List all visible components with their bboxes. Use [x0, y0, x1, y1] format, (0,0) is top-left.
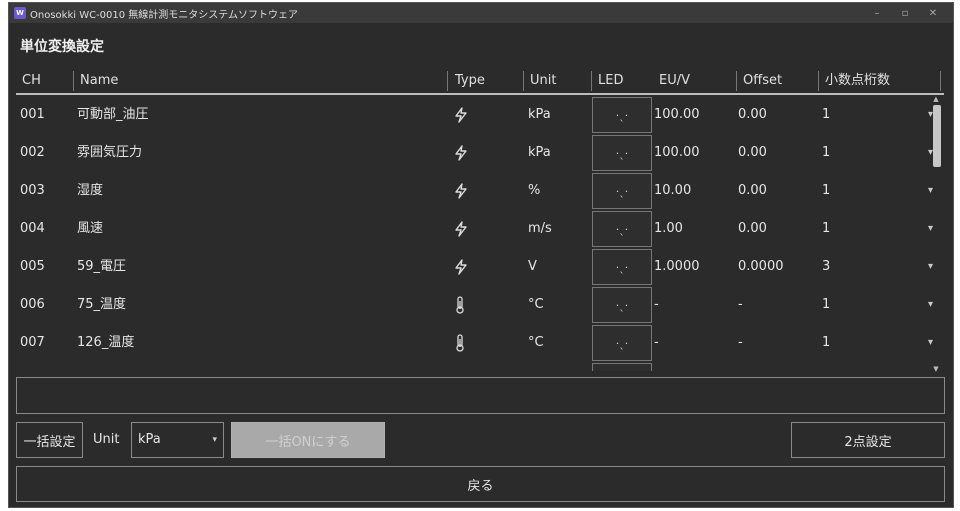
column-separator [447, 71, 448, 91]
cell-decimals[interactable]: 1 [822, 324, 830, 362]
cell-name[interactable]: 湿度 [77, 172, 103, 210]
message-area [16, 377, 945, 414]
scroll-down-icon[interactable]: ▼ [929, 365, 943, 373]
cell-offset[interactable]: 0.00 [738, 210, 767, 248]
thermometer-icon [454, 286, 466, 324]
maximize-button[interactable]: ▫ [891, 8, 919, 19]
lightning-icon [454, 248, 468, 286]
led-button[interactable]: ·ˎ· [592, 287, 652, 323]
cell-decimals[interactable]: 3 [822, 248, 830, 286]
cell-name[interactable]: 126_温度 [77, 324, 134, 362]
cell-unit: °C [528, 335, 544, 350]
window-title: Onosokki WC-0010 無線計測モニタシステムソフトウェア [30, 9, 299, 21]
table-scrollbar[interactable]: ▲ ▼ [929, 95, 943, 373]
cell-unit: kPa [528, 145, 551, 160]
cell-name[interactable]: 可動部_油圧 [77, 96, 149, 134]
scroll-thumb[interactable] [933, 105, 941, 167]
cell-decimals[interactable]: 1 [822, 96, 830, 134]
cell-decimals[interactable]: 1 [822, 210, 830, 248]
table-row[interactable]: 005 59_電圧 V ·ˎ· 1.0000 0.0000 3 ▾ [16, 248, 944, 286]
window-controls: – ▫ ✕ [863, 3, 947, 23]
table-row[interactable]: 002 雰囲気圧力 kPa ·ˎ· 100.00 0.00 1 ▾ [16, 134, 944, 172]
table-header: CH Name Type Unit LED EU/V Offset 小数点桁数 [16, 69, 944, 95]
two-point-setting-button[interactable]: 2点設定 [791, 422, 945, 458]
bulk-on-button[interactable]: 一括ONにする [231, 422, 385, 458]
led-button[interactable] [592, 363, 652, 371]
cell-ch: 001 [20, 107, 45, 122]
chevron-down-icon: ▾ [212, 435, 217, 445]
column-header-unit[interactable]: Unit [524, 69, 556, 93]
title-bar: W Onosokki WC-0010 無線計測モニタシステムソフトウェア – ▫… [9, 3, 953, 23]
column-separator [940, 71, 941, 91]
minimize-button[interactable]: – [863, 8, 891, 19]
lightning-icon [454, 210, 468, 248]
column-header-ch[interactable]: CH [16, 69, 41, 93]
cell-name[interactable]: 雰囲気圧力 [77, 134, 142, 172]
led-button[interactable]: ·ˎ· [592, 135, 652, 171]
cell-offset[interactable]: 0.00 [738, 172, 767, 210]
column-header-offset[interactable]: Offset [737, 69, 782, 93]
cell-name[interactable]: 59_電圧 [77, 248, 126, 286]
cell-decimals[interactable]: 1 [822, 172, 830, 210]
cell-decimals[interactable]: 1 [822, 286, 830, 324]
cell-unit: m/s [528, 221, 552, 236]
cell-euv[interactable]: 100.00 [654, 134, 700, 172]
column-header-euv[interactable]: EU/V [653, 69, 690, 93]
unit-label: Unit [93, 432, 120, 447]
column-header-decimals[interactable]: 小数点桁数 [819, 69, 890, 93]
close-button[interactable]: ✕ [919, 8, 947, 19]
scroll-up-icon[interactable]: ▲ [929, 95, 943, 103]
page-title: 単位変換設定 [20, 39, 104, 55]
table-row[interactable]: 007 126_温度 °C ·ˎ· - - 1 ▾ [16, 324, 944, 362]
app-logo-icon: W [14, 7, 26, 19]
cell-ch: 006 [20, 297, 45, 312]
cell-euv[interactable]: - [654, 286, 659, 324]
column-header-name[interactable]: Name [74, 69, 118, 93]
led-button[interactable]: ·ˎ· [592, 97, 652, 133]
back-button[interactable]: 戻る [16, 466, 945, 502]
cell-euv[interactable]: 1.0000 [654, 248, 700, 286]
thermometer-icon [454, 324, 466, 362]
cell-name[interactable]: 75_温度 [77, 286, 126, 324]
unit-select[interactable]: kPa ▾ [131, 422, 224, 458]
led-button[interactable]: ·ˎ· [592, 173, 652, 209]
cell-euv[interactable]: 1.00 [654, 210, 683, 248]
column-header-type[interactable]: Type [449, 69, 485, 93]
cell-euv[interactable]: 100.00 [654, 96, 700, 134]
cell-unit: °C [528, 297, 544, 312]
cell-euv[interactable]: - [654, 324, 659, 362]
cell-name[interactable]: 風速 [77, 210, 103, 248]
table-row[interactable]: 004 風速 m/s ·ˎ· 1.00 0.00 1 ▾ [16, 210, 944, 248]
cell-ch: 004 [20, 221, 45, 236]
led-button[interactable]: ·ˎ· [592, 325, 652, 361]
lightning-icon [454, 96, 468, 134]
app-window: W Onosokki WC-0010 無線計測モニタシステムソフトウェア – ▫… [8, 2, 954, 508]
table-row[interactable]: 006 75_温度 °C ·ˎ· - - 1 ▾ [16, 286, 944, 324]
cell-ch: 007 [20, 335, 45, 350]
cell-ch: 005 [20, 259, 45, 274]
channel-table: CH Name Type Unit LED EU/V Offset 小数点桁数 … [16, 69, 944, 371]
cell-euv[interactable]: 10.00 [654, 172, 691, 210]
cell-unit: kPa [528, 107, 551, 122]
cell-offset[interactable]: - [738, 324, 743, 362]
cell-unit: % [528, 183, 541, 198]
unit-select-value: kPa [138, 432, 161, 447]
lightning-icon [454, 172, 468, 210]
column-header-led[interactable]: LED [592, 69, 623, 93]
table-row[interactable]: 001 可動部_油圧 kPa ·ˎ· 100.00 0.00 1 ▾ [16, 96, 944, 134]
table-row[interactable]: 003 湿度 % ·ˎ· 10.00 0.00 1 ▾ [16, 172, 944, 210]
cell-ch: 003 [20, 183, 45, 198]
cell-offset[interactable]: 0.00 [738, 134, 767, 172]
cell-ch: 002 [20, 145, 45, 160]
cell-decimals[interactable]: 1 [822, 134, 830, 172]
lightning-icon [454, 134, 468, 172]
cell-offset[interactable]: - [738, 286, 743, 324]
led-button[interactable]: ·ˎ· [592, 211, 652, 247]
bulk-set-button[interactable]: 一括設定 [16, 422, 83, 458]
led-button[interactable]: ·ˎ· [592, 249, 652, 285]
cell-offset[interactable]: 0.00 [738, 96, 767, 134]
cell-offset[interactable]: 0.0000 [738, 248, 784, 286]
cell-unit: V [528, 259, 537, 274]
